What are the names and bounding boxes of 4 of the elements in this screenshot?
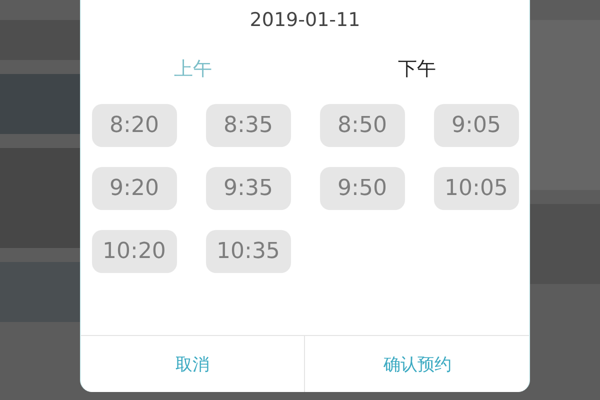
- period-tab[interactable]: 下午: [304, 56, 530, 82]
- confirm-button[interactable]: 确认预约: [304, 336, 530, 392]
- period-tab[interactable]: 上午: [80, 56, 305, 82]
- dialog-date: 2019-01-11: [248, 8, 362, 33]
